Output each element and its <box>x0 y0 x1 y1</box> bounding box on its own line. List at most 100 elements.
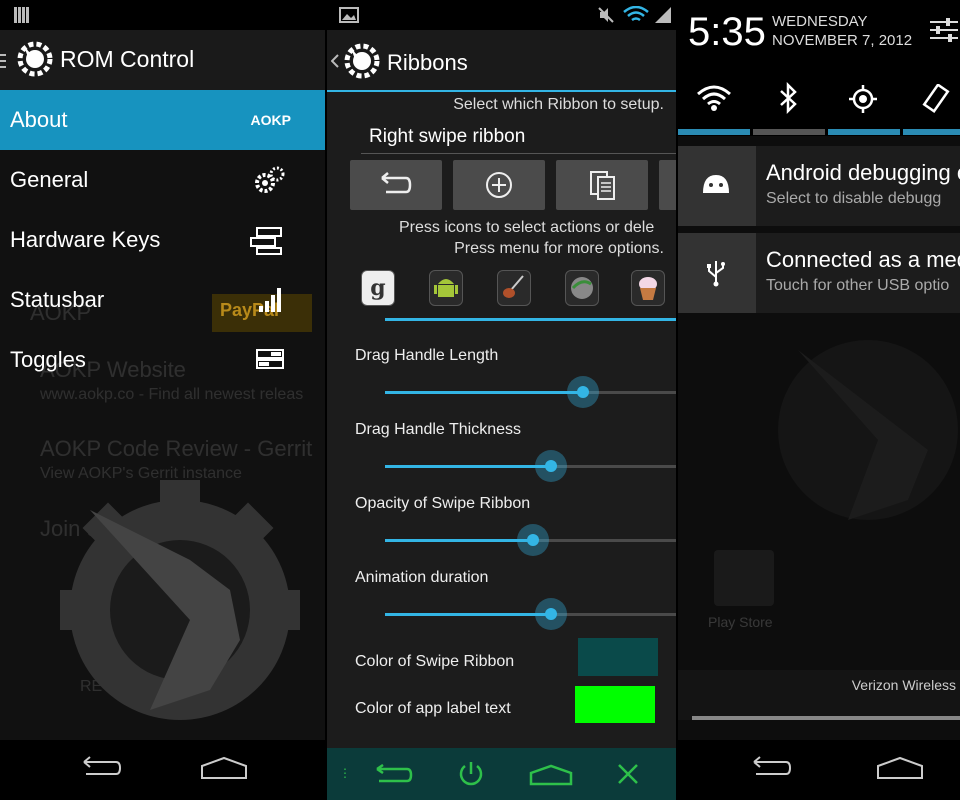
copy-button[interactable] <box>556 160 648 210</box>
android-robot-icon <box>434 279 458 297</box>
android-debug-icon <box>703 175 729 193</box>
menu-item-general[interactable]: General <box>0 150 325 210</box>
wifi-status-icon <box>623 6 649 22</box>
menu-item-about[interactable]: About AOKP <box>0 90 325 150</box>
signal-bars-icon <box>14 7 29 23</box>
guitar-app-icon[interactable] <box>497 270 531 306</box>
image-notification-icon <box>339 7 359 23</box>
home-icon[interactable] <box>876 756 924 780</box>
bluetooth-toggle-indicator <box>753 129 825 135</box>
bg-play-store-label: Play Store <box>708 614 773 630</box>
add-button[interactable] <box>453 160 545 210</box>
usb-icon <box>707 261 725 287</box>
slider-opacity[interactable] <box>385 524 676 556</box>
back-icon[interactable] <box>80 756 122 780</box>
slider-fill <box>385 613 551 616</box>
shade-handle[interactable] <box>692 716 960 720</box>
action-bar: ROM Control <box>0 30 325 90</box>
quick-toggles <box>678 72 960 136</box>
notification-shade-panel: Play Store 5:35 WEDNESDAY NOVEMBER 7, 20… <box>678 0 960 800</box>
notification-icon-box <box>678 233 756 313</box>
ribbon-home-icon[interactable] <box>529 764 573 786</box>
notification-icon-box <box>678 146 756 226</box>
back-icon[interactable] <box>750 756 792 780</box>
color-app-label-swatch[interactable] <box>575 686 655 723</box>
bg-unicorn-watermark <box>778 340 958 520</box>
ribbon-spinner[interactable]: Right swipe ribbon <box>361 120 676 154</box>
rom-control-panel: AOKP PayPal AOKP Website www.aokp.co - F… <box>0 0 325 800</box>
gps-toggle-indicator <box>828 129 900 135</box>
signal-strength-icon <box>259 288 281 312</box>
slider-handle-length[interactable] <box>385 376 676 408</box>
drawer-indicator-icon[interactable] <box>0 54 6 68</box>
day-label: WEDNESDAY <box>772 13 868 30</box>
menu-item-label: Hardware Keys <box>10 227 161 252</box>
cupcake-icon <box>639 277 657 300</box>
google-app-icon[interactable]: g <box>361 270 395 306</box>
aokp-unicorn-logo-icon <box>17 41 53 77</box>
toggle-indicators <box>678 129 960 135</box>
ribbon-back-icon[interactable] <box>373 764 413 786</box>
navigation-bar <box>0 740 325 800</box>
slider-thumb[interactable] <box>517 524 550 556</box>
instructions-line-1: Press icons to select actions or dele <box>399 219 655 236</box>
android-app-icon[interactable] <box>429 270 463 306</box>
signal-status-icon <box>655 7 671 23</box>
maps-app-icon[interactable] <box>565 270 599 306</box>
menu-item-statusbar[interactable]: Statusbar <box>0 270 325 330</box>
slider-handle-thickness[interactable] <box>385 450 676 482</box>
carrier-label: Verizon Wireless <box>851 677 956 693</box>
ribbon-close-icon[interactable] <box>617 763 639 785</box>
undo-button[interactable] <box>350 160 442 210</box>
rotation-toggle-icon[interactable] <box>922 84 952 116</box>
ribbon-power-icon[interactable] <box>457 760 485 788</box>
copy-icon <box>590 171 615 200</box>
bluetooth-toggle-icon[interactable] <box>778 82 800 114</box>
slider-label-handle-length: Drag Handle Length <box>355 347 499 364</box>
hardware-keys-icon <box>250 227 282 255</box>
menu-item-label: About <box>10 107 68 132</box>
bg-play-store-icon <box>714 550 774 606</box>
globe-icon <box>571 277 593 299</box>
home-icon[interactable] <box>200 756 248 780</box>
slider-label-animation-duration: Animation duration <box>355 569 489 586</box>
mute-icon <box>598 7 614 23</box>
ribbons-panel: Ribbons Select which Ribbon to setup. Ri… <box>327 0 676 800</box>
more-button[interactable] <box>659 160 676 210</box>
ribbon-nav-bar: ⋮ <box>327 748 676 800</box>
status-bar <box>327 0 676 30</box>
ribbon-spinner-value: Right swipe ribbon <box>369 126 526 147</box>
gps-toggle-icon[interactable] <box>848 84 878 114</box>
cupcake-app-icon[interactable] <box>631 270 665 306</box>
menu-item-label: General <box>10 167 89 192</box>
menu-item-label: Toggles <box>10 347 86 372</box>
clock-time: 5:35 <box>688 10 766 54</box>
menu-item-label: Statusbar <box>10 287 105 312</box>
instructions-line-2: Press menu for more options. <box>454 240 664 257</box>
aokp-unicorn-logo-icon <box>344 43 380 79</box>
notification-subtitle: Select to disable debugg <box>766 190 942 207</box>
ribbon-drag-dots[interactable]: ⋮ <box>339 766 351 780</box>
undo-icon <box>381 172 412 194</box>
color-swipe-ribbon-label: Color of Swipe Ribbon <box>355 653 515 670</box>
slider-thumb[interactable] <box>534 598 567 630</box>
settings-sliders-icon[interactable] <box>928 14 960 46</box>
aokp-badge-icon: AOKP <box>250 112 291 128</box>
slider-thumb[interactable] <box>566 376 599 408</box>
color-swipe-ribbon-swatch[interactable] <box>578 638 658 676</box>
notification-usb-connected[interactable]: Connected as a med Touch for other USB o… <box>678 233 960 313</box>
up-chevron-icon[interactable] <box>331 54 339 68</box>
notification-usb-debugging[interactable]: Android debugging e Select to disable de… <box>678 146 960 226</box>
action-bar: Ribbons <box>327 30 676 92</box>
wifi-toggle-icon[interactable] <box>696 84 732 112</box>
slider-animation-duration[interactable] <box>385 598 676 630</box>
rotation-toggle-indicator <box>903 129 960 135</box>
slider-thumb[interactable] <box>534 450 567 482</box>
toggles-icon <box>256 349 284 369</box>
wifi-toggle-indicator <box>678 129 750 135</box>
menu-item-toggles[interactable]: Toggles <box>0 330 325 390</box>
settings-menu: About AOKP General Hardware Keys Statusb… <box>0 90 325 390</box>
bg-text-review: AOKP Code Review - Gerrit <box>40 436 313 461</box>
menu-item-hardware-keys[interactable]: Hardware Keys <box>0 210 325 270</box>
page-title: Ribbons <box>387 50 468 75</box>
